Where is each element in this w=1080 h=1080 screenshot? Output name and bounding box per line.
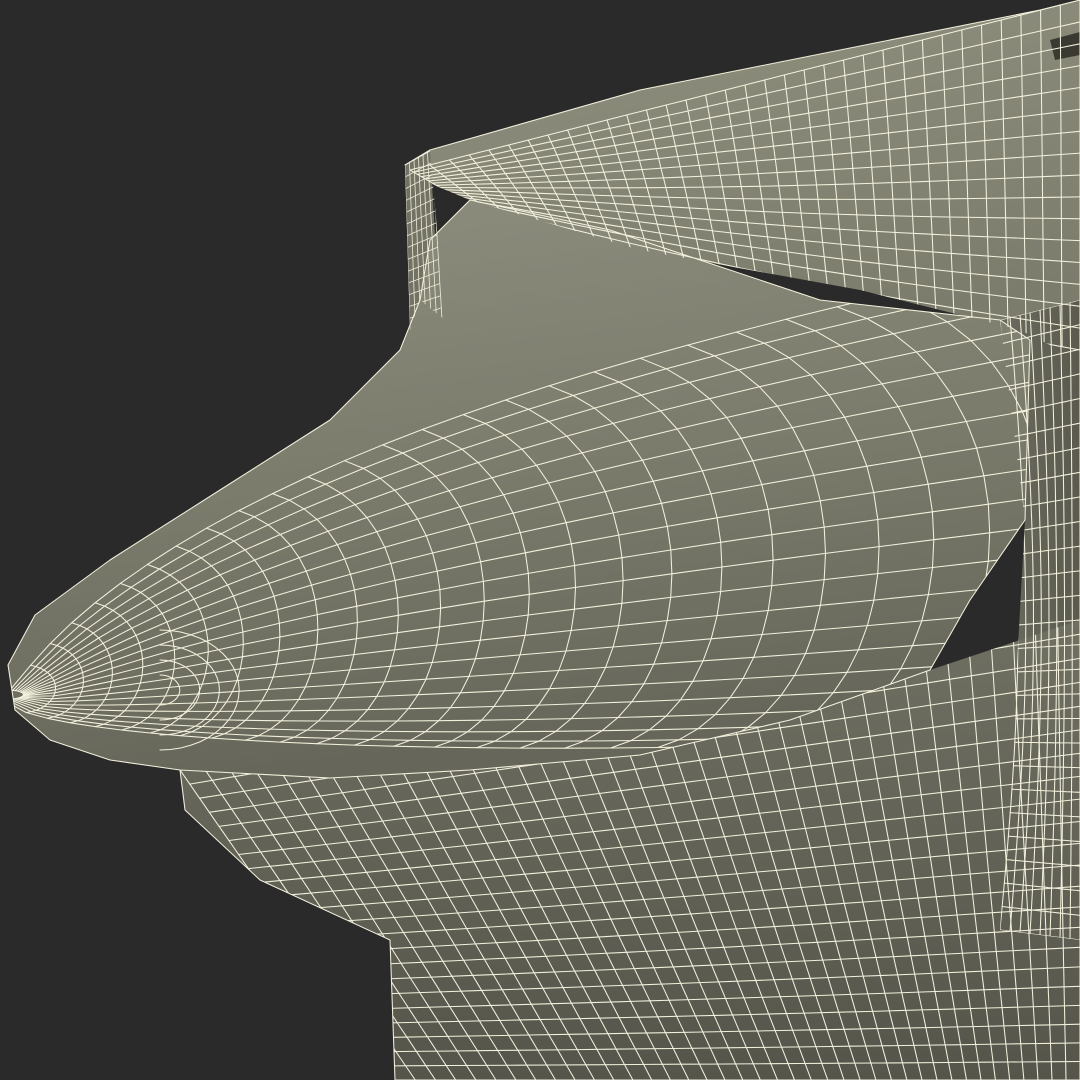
wireframe-render <box>0 0 1080 1080</box>
render-viewport <box>0 0 1080 1080</box>
